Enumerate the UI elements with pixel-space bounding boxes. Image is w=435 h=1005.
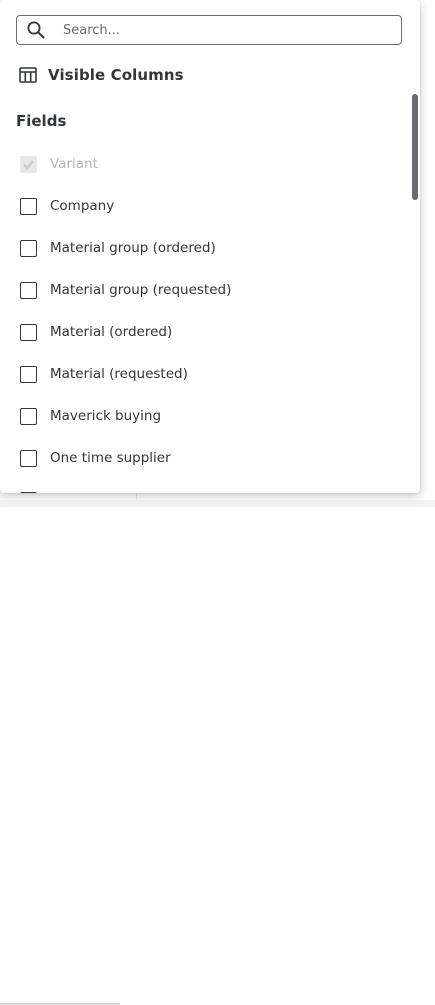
fields-section-title: Fields: [16, 112, 67, 130]
search-icon: [25, 19, 47, 41]
checkbox-company[interactable]: [20, 197, 37, 215]
table-columns-icon: [18, 65, 38, 85]
field-row-maverick-buying[interactable]: Maverick buying: [0, 395, 410, 437]
checkbox-material-group-ordered[interactable]: [20, 239, 37, 257]
field-label: Maverick buying: [50, 408, 162, 424]
search-input[interactable]: [63, 22, 363, 38]
field-label: Material group (ordered): [50, 240, 216, 256]
field-row-company[interactable]: Company: [0, 185, 410, 227]
checkbox-partial[interactable]: [20, 491, 37, 493]
field-label: Material group (requested): [50, 282, 232, 298]
visible-columns-popover: Visible Columns Fields Variant Company M…: [0, 0, 420, 493]
checkbox-one-time-supplier[interactable]: [20, 449, 37, 467]
visible-columns-header: Visible Columns: [18, 64, 184, 86]
checkbox-material-group-requested[interactable]: [20, 281, 37, 299]
checkbox-material-ordered[interactable]: [20, 323, 37, 341]
field-label: Variant: [50, 156, 98, 172]
field-row-material-group-ordered[interactable]: Material group (ordered): [0, 227, 410, 269]
checkmark-icon: [23, 159, 34, 169]
field-label: Company: [50, 198, 115, 214]
field-row-variant: Variant: [0, 143, 410, 185]
field-row-material-ordered[interactable]: Material (ordered): [0, 311, 410, 353]
field-row-one-time-supplier[interactable]: One time supplier: [0, 437, 410, 479]
checkbox-material-requested[interactable]: [20, 365, 37, 383]
field-label: Material (ordered): [50, 324, 173, 340]
field-label: Material (requested): [50, 366, 188, 382]
background-bottom-strip: [0, 500, 435, 1005]
search-field[interactable]: [16, 15, 402, 45]
field-label: One time supplier: [50, 450, 171, 466]
field-row-material-requested[interactable]: Material (requested): [0, 353, 410, 395]
field-row-partial[interactable]: [0, 479, 410, 493]
fields-list: Variant Company Material group (ordered)…: [0, 143, 410, 493]
checkbox-maverick-buying[interactable]: [20, 407, 37, 425]
field-row-material-group-requested[interactable]: Material group (requested): [0, 269, 410, 311]
checkbox-variant: [20, 155, 37, 173]
scrollbar-thumb[interactable]: [412, 94, 418, 200]
visible-columns-title: Visible Columns: [48, 66, 184, 84]
